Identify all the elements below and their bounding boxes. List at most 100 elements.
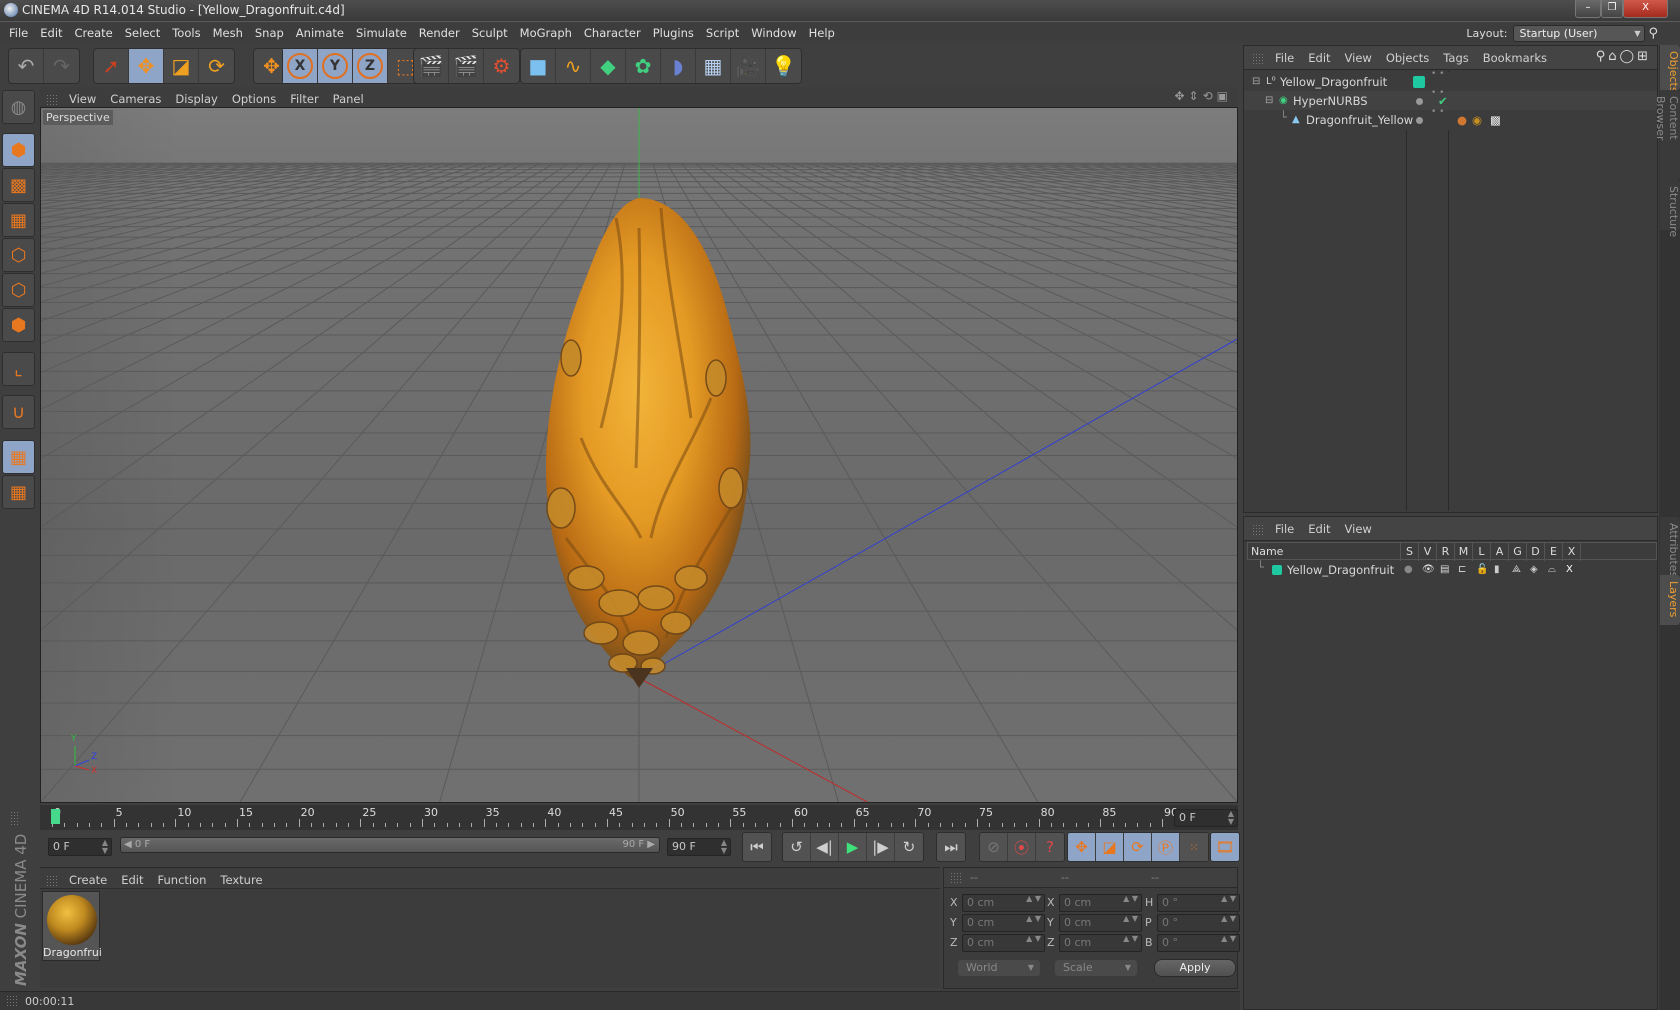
layer-menu-view[interactable]: View: [1338, 517, 1379, 541]
close-button[interactable]: X: [1623, 0, 1668, 18]
polygons-mode-button[interactable]: ⬢: [2, 308, 35, 342]
key-point-level-toggle[interactable]: ⁙: [1180, 833, 1208, 861]
material-thumbnail[interactable]: Dragonfrui: [42, 891, 102, 961]
render-clapper-icon[interactable]: ▤: [1440, 561, 1449, 579]
key-position-toggle[interactable]: ✥: [1068, 833, 1096, 861]
generators-icon[interactable]: ⟁: [1512, 561, 1521, 579]
motion-path-icon[interactable]: ⊘: [980, 833, 1008, 861]
side-tab-objects[interactable]: Objects: [1660, 45, 1680, 93]
rotate-view-icon[interactable]: ⟲: [1203, 89, 1217, 103]
cube-primitive-button[interactable]: ■: [521, 49, 556, 83]
layer-menu-file[interactable]: File: [1268, 517, 1301, 541]
axis-mode-button[interactable]: ⌞: [2, 352, 35, 386]
z-axis-lock-button[interactable]: Z: [353, 49, 388, 83]
object-name[interactable]: HyperNURBS: [1293, 91, 1368, 111]
locked-workplane-button[interactable]: ▦: [2, 440, 35, 474]
render-settings-button[interactable]: ⚙: [484, 49, 519, 83]
panel-grip[interactable]: [46, 94, 58, 106]
menu-help[interactable]: Help: [803, 23, 841, 43]
object-row[interactable]: ⊟ ◉ HyperNURBS • • ✔: [1244, 89, 1657, 111]
go-to-previous-key-button[interactable]: ↺: [783, 833, 811, 861]
coord-c-field-1[interactable]: 0 ° ▲ ▼: [1157, 914, 1240, 932]
points-mode-button[interactable]: ⬡: [2, 238, 35, 272]
play-forward-button[interactable]: ▶: [839, 833, 867, 861]
redo-button[interactable]: ↷: [44, 49, 79, 83]
menu-animate[interactable]: Animate: [290, 23, 350, 43]
coord-b-field-0[interactable]: 0 cm ▲ ▼: [1059, 894, 1142, 912]
object-menu-file[interactable]: File: [1268, 46, 1301, 70]
rotate-button[interactable]: ⟳: [199, 49, 234, 83]
key-rotation-toggle[interactable]: ⟳: [1124, 833, 1152, 861]
layer-column-m[interactable]: M: [1455, 543, 1473, 561]
coord-a-field-2[interactable]: 0 cm ▲ ▼: [962, 934, 1045, 952]
key-parameter-toggle[interactable]: Ⓟ: [1152, 833, 1180, 861]
menu-edit[interactable]: Edit: [34, 23, 68, 43]
expand-toggle-icon[interactable]: ⊟: [1265, 91, 1273, 111]
layer-column-e[interactable]: E: [1545, 543, 1563, 561]
eye-icon[interactable]: ◯: [1620, 49, 1638, 64]
workplane-mode-button[interactable]: ▦: [2, 203, 35, 237]
maximize-button[interactable]: ❐: [1601, 0, 1623, 18]
perspective-viewport[interactable]: Perspective Y Z X: [40, 107, 1238, 803]
floor-environment-button[interactable]: ▦: [696, 49, 731, 83]
layer-name[interactable]: Yellow_Dragonfruit: [1287, 561, 1394, 579]
live-selection-button[interactable]: ➚: [94, 49, 129, 83]
layer-color-swatch[interactable]: [1272, 565, 1282, 575]
menu-select[interactable]: Select: [119, 23, 166, 43]
make-editable-button[interactable]: ◍: [2, 90, 35, 124]
menu-simulate[interactable]: Simulate: [350, 23, 413, 43]
camera-button[interactable]: 🎥: [731, 49, 766, 83]
editor-visibility-dot[interactable]: [1416, 98, 1423, 105]
autokey-button[interactable]: ?: [1036, 833, 1064, 861]
layer-column-r[interactable]: R: [1437, 543, 1455, 561]
menu-snap[interactable]: Snap: [249, 23, 290, 43]
coord-b-field-1[interactable]: 0 cm ▲ ▼: [1059, 914, 1142, 932]
coord-a-field-0[interactable]: 0 cm ▲ ▼: [962, 894, 1045, 912]
coord-c-field-0[interactable]: 0 ° ▲ ▼: [1157, 894, 1240, 912]
solo-dot-icon[interactable]: ●: [1404, 561, 1413, 579]
expressions-icon[interactable]: ⌓: [1548, 561, 1556, 579]
current-frame-field[interactable]: 0 F ▲ ▼: [1174, 809, 1238, 827]
record-keyframe-button[interactable]: ⦿: [1008, 833, 1036, 861]
coordinate-mode-dropdown[interactable]: World ▼: [958, 960, 1040, 976]
side-tab-structure[interactable]: Structure: [1660, 180, 1680, 237]
layer-column-v[interactable]: V: [1419, 543, 1437, 561]
playhead[interactable]: [51, 809, 60, 824]
step-forward-button[interactable]: |▶: [867, 833, 895, 861]
deformers-icon[interactable]: ◈: [1530, 561, 1538, 579]
minimize-button[interactable]: –: [1575, 0, 1601, 18]
end-frame-field[interactable]: 90 F ▲ ▼: [667, 838, 731, 856]
light-button[interactable]: 💡: [766, 49, 801, 83]
undo-button[interactable]: ↶: [9, 49, 44, 83]
move-view-icon[interactable]: ✥: [1174, 89, 1188, 103]
step-back-button[interactable]: ◀|: [811, 833, 839, 861]
timeline-window-button[interactable]: 🎞: [1211, 833, 1239, 861]
go-to-start-button[interactable]: ⏮: [743, 833, 771, 861]
go-to-next-key-button[interactable]: ↻: [895, 833, 923, 861]
visibility-eye-icon[interactable]: 👁: [1422, 561, 1435, 579]
layer-color-swatch[interactable]: [1413, 76, 1425, 88]
apply-button[interactable]: Apply: [1154, 959, 1236, 977]
layout-dropdown[interactable]: Startup (User) ▼: [1513, 24, 1646, 42]
coord-b-field-2[interactable]: 0 cm ▲ ▼: [1059, 934, 1142, 952]
edges-mode-button[interactable]: ⬡: [2, 273, 35, 307]
spline-pen-button[interactable]: ∿: [556, 49, 591, 83]
panel-grip[interactable]: [1252, 524, 1264, 536]
viewport-camera-label[interactable]: Perspective: [43, 110, 113, 125]
search-icon[interactable]: ⚲: [1648, 26, 1658, 41]
layer-column-l[interactable]: L: [1473, 543, 1491, 561]
toggle-panel-icon[interactable]: ▣: [1217, 89, 1232, 103]
model-mode-button[interactable]: ⬢: [2, 133, 35, 167]
layer-column-d[interactable]: D: [1527, 543, 1545, 561]
frame-range-slider[interactable]: ◀ 0 F 90 F ▶: [120, 837, 660, 853]
render-view-button[interactable]: 🎬: [414, 49, 449, 83]
x-axis-lock-button[interactable]: X: [283, 49, 318, 83]
object-row[interactable]: └ ▲ Dragonfruit_Yellow • • ● ◉ ▩: [1244, 108, 1657, 130]
object-menu-bookmarks[interactable]: Bookmarks: [1476, 46, 1554, 70]
planar-workplane-button[interactable]: ▦: [2, 475, 35, 509]
menu-render[interactable]: Render: [413, 23, 466, 43]
nurbs-button[interactable]: ◆: [591, 49, 626, 83]
coord-c-field-2[interactable]: 0 ° ▲ ▼: [1157, 934, 1240, 952]
menu-tools[interactable]: Tools: [166, 23, 206, 43]
render-visibility-dots[interactable]: • •: [1431, 108, 1444, 117]
